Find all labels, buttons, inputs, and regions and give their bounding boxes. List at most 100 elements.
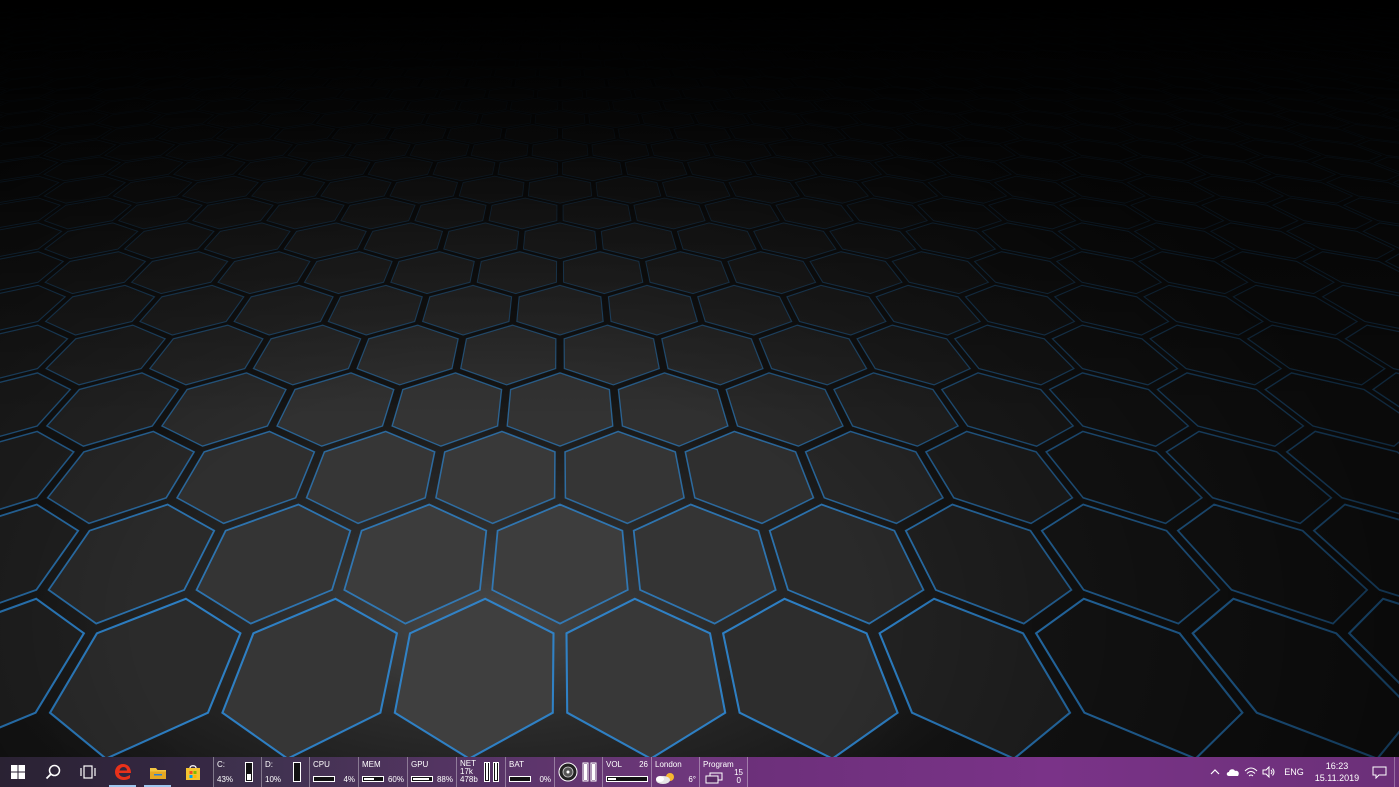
net-meter[interactable]: NET 17k 478b (456, 757, 505, 787)
edge-button[interactable] (105, 757, 140, 787)
cpu-meter[interactable]: CPU 4% (309, 757, 358, 787)
clock-button[interactable]: 16:23 15.11.2019 (1310, 760, 1364, 784)
hex-tile (607, 76, 653, 90)
mem-value: 60% (387, 775, 404, 784)
hex-tile (645, 58, 689, 70)
hex-tile (431, 58, 475, 70)
hex-tile (565, 597, 727, 757)
hex-tile (471, 23, 507, 32)
hex-tile (561, 58, 602, 70)
hex-tile (537, 86, 583, 102)
speaker-icon (1262, 766, 1275, 778)
hex-tile (542, 35, 578, 45)
drive-d-label: D: (265, 760, 273, 769)
program-label: Program (703, 760, 734, 769)
media-disc-icon[interactable] (558, 762, 578, 782)
hex-tile (531, 139, 589, 162)
file-explorer-button[interactable] (140, 757, 175, 787)
hex-tile (9, 7, 50, 15)
hex-tile (1028, 42, 1079, 53)
hex-tile (42, 124, 113, 144)
start-button[interactable] (0, 757, 35, 787)
hex-tile (42, 76, 100, 90)
hex-tile (545, 2, 575, 10)
mem-label: MEM (362, 760, 381, 769)
onedrive-button[interactable] (1224, 757, 1242, 787)
hex-tile (563, 324, 661, 386)
hex-tile (0, 50, 53, 61)
hex-tile (476, 251, 558, 295)
hex-tile (591, 139, 650, 162)
hex-tile (41, 29, 88, 38)
show-desktop-button[interactable] (1394, 757, 1399, 787)
hex-tile (448, 66, 493, 80)
hex-tile (1067, 58, 1122, 70)
drive-d-value: 10% (265, 775, 282, 784)
hex-tile (528, 7, 559, 15)
hex-tile (561, 76, 606, 90)
action-center-button[interactable] (1364, 757, 1394, 787)
hex-tile (624, 156, 688, 182)
wifi-icon (1244, 767, 1258, 777)
hex-tile (0, 139, 58, 162)
volume-button[interactable] (1260, 757, 1278, 787)
hex-tile (8, 12, 50, 20)
hex-tile (465, 35, 503, 45)
drive-d-meter[interactable]: D: 10% (261, 757, 309, 787)
cpu-label: CPU (313, 760, 330, 769)
hex-tile (481, 42, 520, 53)
weather-temp: 6° (688, 775, 696, 784)
hex-tile (1069, 23, 1114, 32)
hex-tile (633, 197, 706, 230)
hex-tile (1020, 76, 1078, 90)
search-button[interactable] (35, 757, 70, 787)
store-button[interactable] (175, 757, 210, 787)
hex-tile (1033, 23, 1079, 32)
hex-tile (457, 50, 498, 61)
mem-meter[interactable]: MEM 60% (358, 757, 407, 787)
network-button[interactable] (1242, 757, 1260, 787)
hex-tile (534, 110, 586, 129)
hex-tile (1070, 12, 1112, 20)
hex-tile (41, 58, 96, 70)
hex-tile (1061, 156, 1142, 182)
net-up-value: 478b (460, 775, 478, 784)
hex-tile (41, 35, 90, 45)
show-hidden-icons-button[interactable] (1206, 757, 1224, 787)
hex-tile (504, 124, 559, 144)
hex-tile (388, 124, 447, 144)
hex-tile (1038, 7, 1078, 15)
hex-tile (661, 175, 731, 204)
program-widget[interactable]: Program 15 0 (699, 757, 748, 787)
battery-meter[interactable]: BAT 0% (505, 757, 554, 787)
input-language-button[interactable]: ENG (1278, 767, 1310, 777)
hex-tile (509, 98, 559, 114)
gpu-meter[interactable]: GPU 88% (407, 757, 456, 787)
hex-tile (487, 86, 535, 102)
hex-tile (393, 597, 555, 757)
hex-tile (645, 251, 730, 295)
hex-tile (510, 12, 543, 20)
hex-tile (641, 110, 695, 129)
volume-meter[interactable]: VOL 26 (602, 757, 651, 787)
hexagon-pattern (0, 0, 1399, 757)
hex-tile (42, 110, 109, 129)
hex-tile (594, 17, 629, 26)
hex-tile (496, 7, 528, 15)
hex-tile (543, 23, 577, 32)
pause-icon[interactable] (582, 762, 598, 782)
task-view-button[interactable] (70, 757, 105, 787)
hex-tile (1030, 35, 1079, 45)
hex-tile (1068, 29, 1116, 38)
weather-widget[interactable]: London 6° (651, 757, 699, 787)
gpu-label: GPU (411, 760, 429, 769)
hex-tile (1, 42, 53, 53)
hex-tile (633, 86, 682, 102)
weather-city: London (655, 760, 682, 769)
hex-tile (562, 251, 644, 295)
drive-c-meter[interactable]: C: 43% (213, 757, 261, 787)
hex-tile (1062, 139, 1139, 162)
hex-tile (1065, 86, 1128, 102)
system-tray: ENG 16:23 15.11.2019 (1206, 757, 1399, 787)
hex-tile (42, 98, 106, 114)
